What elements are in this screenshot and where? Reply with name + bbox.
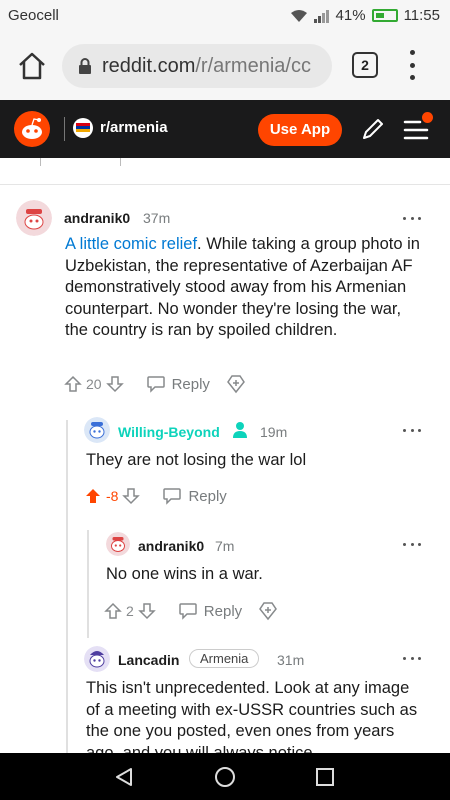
home-icon[interactable] [16, 50, 48, 82]
user-flair: Armenia [189, 649, 260, 668]
avatar[interactable] [84, 417, 110, 443]
thread-tick [40, 158, 41, 166]
comment-time: 37m [143, 210, 171, 226]
comment-body: They are not losing the war lol [86, 451, 307, 469]
battery-icon [371, 9, 398, 22]
lock-icon [79, 58, 91, 74]
reply-icon [146, 376, 165, 393]
home-nav-icon[interactable] [214, 766, 236, 788]
use-app-button[interactable]: Use App [258, 114, 342, 146]
battery-percent: 41% [335, 7, 366, 24]
status-icons: 41% 11:55 [290, 7, 440, 24]
more-options-icon[interactable] [403, 657, 421, 661]
subreddit-name[interactable]: r/armenia [100, 119, 168, 136]
back-icon[interactable] [113, 766, 135, 788]
comment-actions: 20 Reply [64, 374, 246, 394]
avatar[interactable] [84, 646, 110, 672]
pencil-icon[interactable] [360, 116, 386, 142]
comment-body: A little comic relief. While taking a gr… [65, 235, 420, 339]
more-options-icon[interactable] [403, 429, 421, 433]
upvote-icon[interactable] [64, 375, 82, 393]
upvote-icon[interactable] [84, 487, 102, 505]
avatar[interactable] [106, 532, 130, 556]
status-bar: Geocell 41% 11:55 [0, 0, 450, 32]
downvote-icon[interactable] [137, 602, 156, 620]
header-divider [64, 117, 65, 141]
award-icon[interactable] [258, 601, 278, 621]
avatar[interactable] [16, 200, 52, 236]
comment-time: 19m [260, 424, 288, 440]
notification-dot [422, 112, 433, 123]
reply-icon [179, 603, 197, 620]
reply-button[interactable]: Reply [146, 375, 210, 393]
comments-section[interactable]: andranik0 37m A little comic relief. Whi… [0, 158, 450, 753]
signal-icon [313, 9, 329, 23]
comment-body: No one wins in a war. [106, 565, 263, 583]
comment-time: 7m [215, 538, 235, 554]
vote-count: 2 [126, 603, 134, 619]
divider [0, 184, 450, 185]
carrier-name: Geocell [8, 7, 59, 24]
url-bar[interactable]: reddit.com/r/armenia/cc [62, 44, 332, 88]
upvote-icon[interactable] [104, 602, 122, 620]
comment-actions: 2 Reply [104, 601, 278, 621]
comment-username[interactable]: andranik0 [64, 210, 130, 226]
more-options-icon[interactable] [403, 217, 421, 221]
subreddit-icon[interactable] [73, 118, 93, 138]
url-text: reddit.com/r/armenia/cc [102, 54, 311, 77]
tab-switcher-button[interactable]: 2 [352, 52, 378, 78]
comment-username[interactable]: andranik0 [138, 538, 204, 554]
thread-line[interactable] [87, 530, 89, 638]
user-icon [233, 422, 247, 438]
comment-actions: -8 Reply [84, 487, 227, 505]
vote-count: -8 [106, 488, 119, 504]
reply-button[interactable]: Reply [162, 487, 227, 505]
reply-button[interactable]: Reply [178, 602, 242, 620]
thread-line[interactable] [66, 420, 68, 753]
browser-toolbar: reddit.com/r/armenia/cc 2 [0, 32, 450, 100]
comment-body: This isn't unprecedented. Look at any im… [86, 679, 418, 753]
comment-link[interactable]: A little comic relief [65, 235, 197, 253]
reply-icon [163, 488, 182, 505]
comment-username[interactable]: Willing-Beyond [118, 424, 220, 440]
more-options-icon[interactable] [403, 543, 421, 547]
thread-tick [120, 158, 121, 166]
browser-menu-icon[interactable] [406, 50, 418, 80]
comment-username[interactable]: Lancadin [118, 652, 179, 668]
award-icon[interactable] [226, 374, 246, 394]
system-nav-bar [0, 753, 450, 800]
wifi-icon [290, 9, 307, 22]
reddit-logo-icon[interactable] [14, 111, 50, 147]
recent-apps-icon[interactable] [314, 766, 336, 788]
downvote-icon[interactable] [122, 487, 141, 505]
clock: 11:55 [403, 7, 440, 24]
vote-count: 20 [86, 376, 102, 392]
comment-time: 31m [277, 652, 305, 668]
downvote-icon[interactable] [105, 375, 124, 393]
reddit-header: r/armenia Use App [0, 100, 450, 158]
